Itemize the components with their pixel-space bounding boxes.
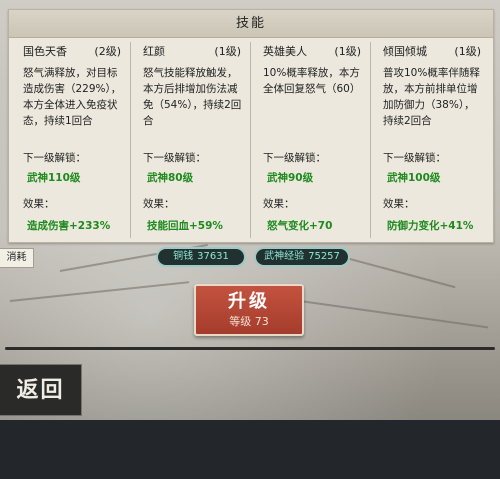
skill-name: 国色天香 — [23, 45, 67, 58]
skill-level: (1级) — [454, 45, 481, 58]
skill-card: 红颜 (1级) 怒气技能释放触发，本方后排增加伤法减免（54%），持续2回合 下一… — [131, 42, 249, 238]
spear-silhouette — [299, 300, 489, 329]
skills-panel: 技能 国色天香 (2级) 怒气满释放，对目标造成伤害（229%），本方全体进入免疫… — [8, 9, 494, 243]
effect-value: 防御力变化+41% — [387, 220, 474, 232]
effect-label: 效果： — [383, 198, 415, 210]
effect-value: 造成伤害+233% — [27, 220, 111, 232]
copper-label: 铜钱 — [173, 251, 194, 262]
unlock-label: 下一级解锁： — [143, 152, 206, 164]
unlock-requirement: 武神110级 — [27, 172, 81, 184]
current-level: 等级 73 — [229, 315, 269, 328]
unlock-requirement: 武神90级 — [267, 172, 314, 184]
skill-level: (2级) — [94, 45, 121, 58]
copper-value: 37631 — [197, 251, 229, 262]
cost-tag: 消耗 — [0, 248, 34, 268]
skill-name: 倾国倾城 — [383, 45, 427, 58]
unlock-requirement: 武神100级 — [387, 172, 441, 184]
back-button[interactable]: 返回 — [0, 364, 82, 416]
unlock-label: 下一级解锁： — [263, 152, 326, 164]
effect-label: 效果： — [23, 198, 55, 210]
skill-card: 英雄美人 (1级) 10%概率释放，本方全体回复怒气（60） 下一级解锁： 武神9… — [251, 42, 369, 238]
divider — [5, 347, 495, 350]
skill-description: 10%概率释放，本方全体回复怒气（60） — [263, 67, 361, 95]
effect-label: 效果： — [263, 198, 295, 210]
skill-description: 普攻10%概率伴随释放，本方前排单位增加防御力（38%），持续2回合 — [383, 67, 480, 127]
upgrade-button[interactable]: 升级 等级 73 — [194, 284, 304, 336]
panel-title: 技能 — [9, 10, 493, 38]
effect-label: 效果： — [143, 198, 175, 210]
effect-value: 技能回血+59% — [147, 220, 223, 232]
effect-value: 怒气变化+70 — [267, 220, 333, 232]
skill-card: 国色天香 (2级) 怒气满释放，对目标造成伤害（229%），本方全体进入免疫状态，… — [11, 42, 129, 238]
spear-silhouette — [9, 281, 190, 302]
exp-label: 武神经验 — [264, 251, 305, 262]
unlock-requirement: 武神80级 — [147, 172, 194, 184]
skill-description: 怒气技能释放触发，本方后排增加伤法减免（54%），持续2回合 — [143, 67, 242, 127]
skill-card: 倾国倾城 (1级) 普攻10%概率伴随释放，本方前排单位增加防御力（38%），持续… — [371, 42, 489, 238]
bottom-bar — [0, 420, 500, 479]
upgrade-label: 升级 — [228, 291, 270, 312]
exp-value: 75257 — [308, 251, 340, 262]
skill-name: 英雄美人 — [263, 45, 307, 58]
skill-name: 红颜 — [143, 45, 165, 58]
skill-description: 怒气满释放，对目标造成伤害（229%），本方全体进入免疫状态，持续1回合 — [23, 67, 122, 127]
skill-level: (1级) — [334, 45, 361, 58]
copper-cost: 铜钱 37631 — [156, 247, 246, 267]
exp-cost: 武神经验 75257 — [254, 247, 350, 267]
unlock-label: 下一级解锁： — [383, 152, 446, 164]
unlock-label: 下一级解锁： — [23, 152, 86, 164]
skill-level: (1级) — [214, 45, 241, 58]
